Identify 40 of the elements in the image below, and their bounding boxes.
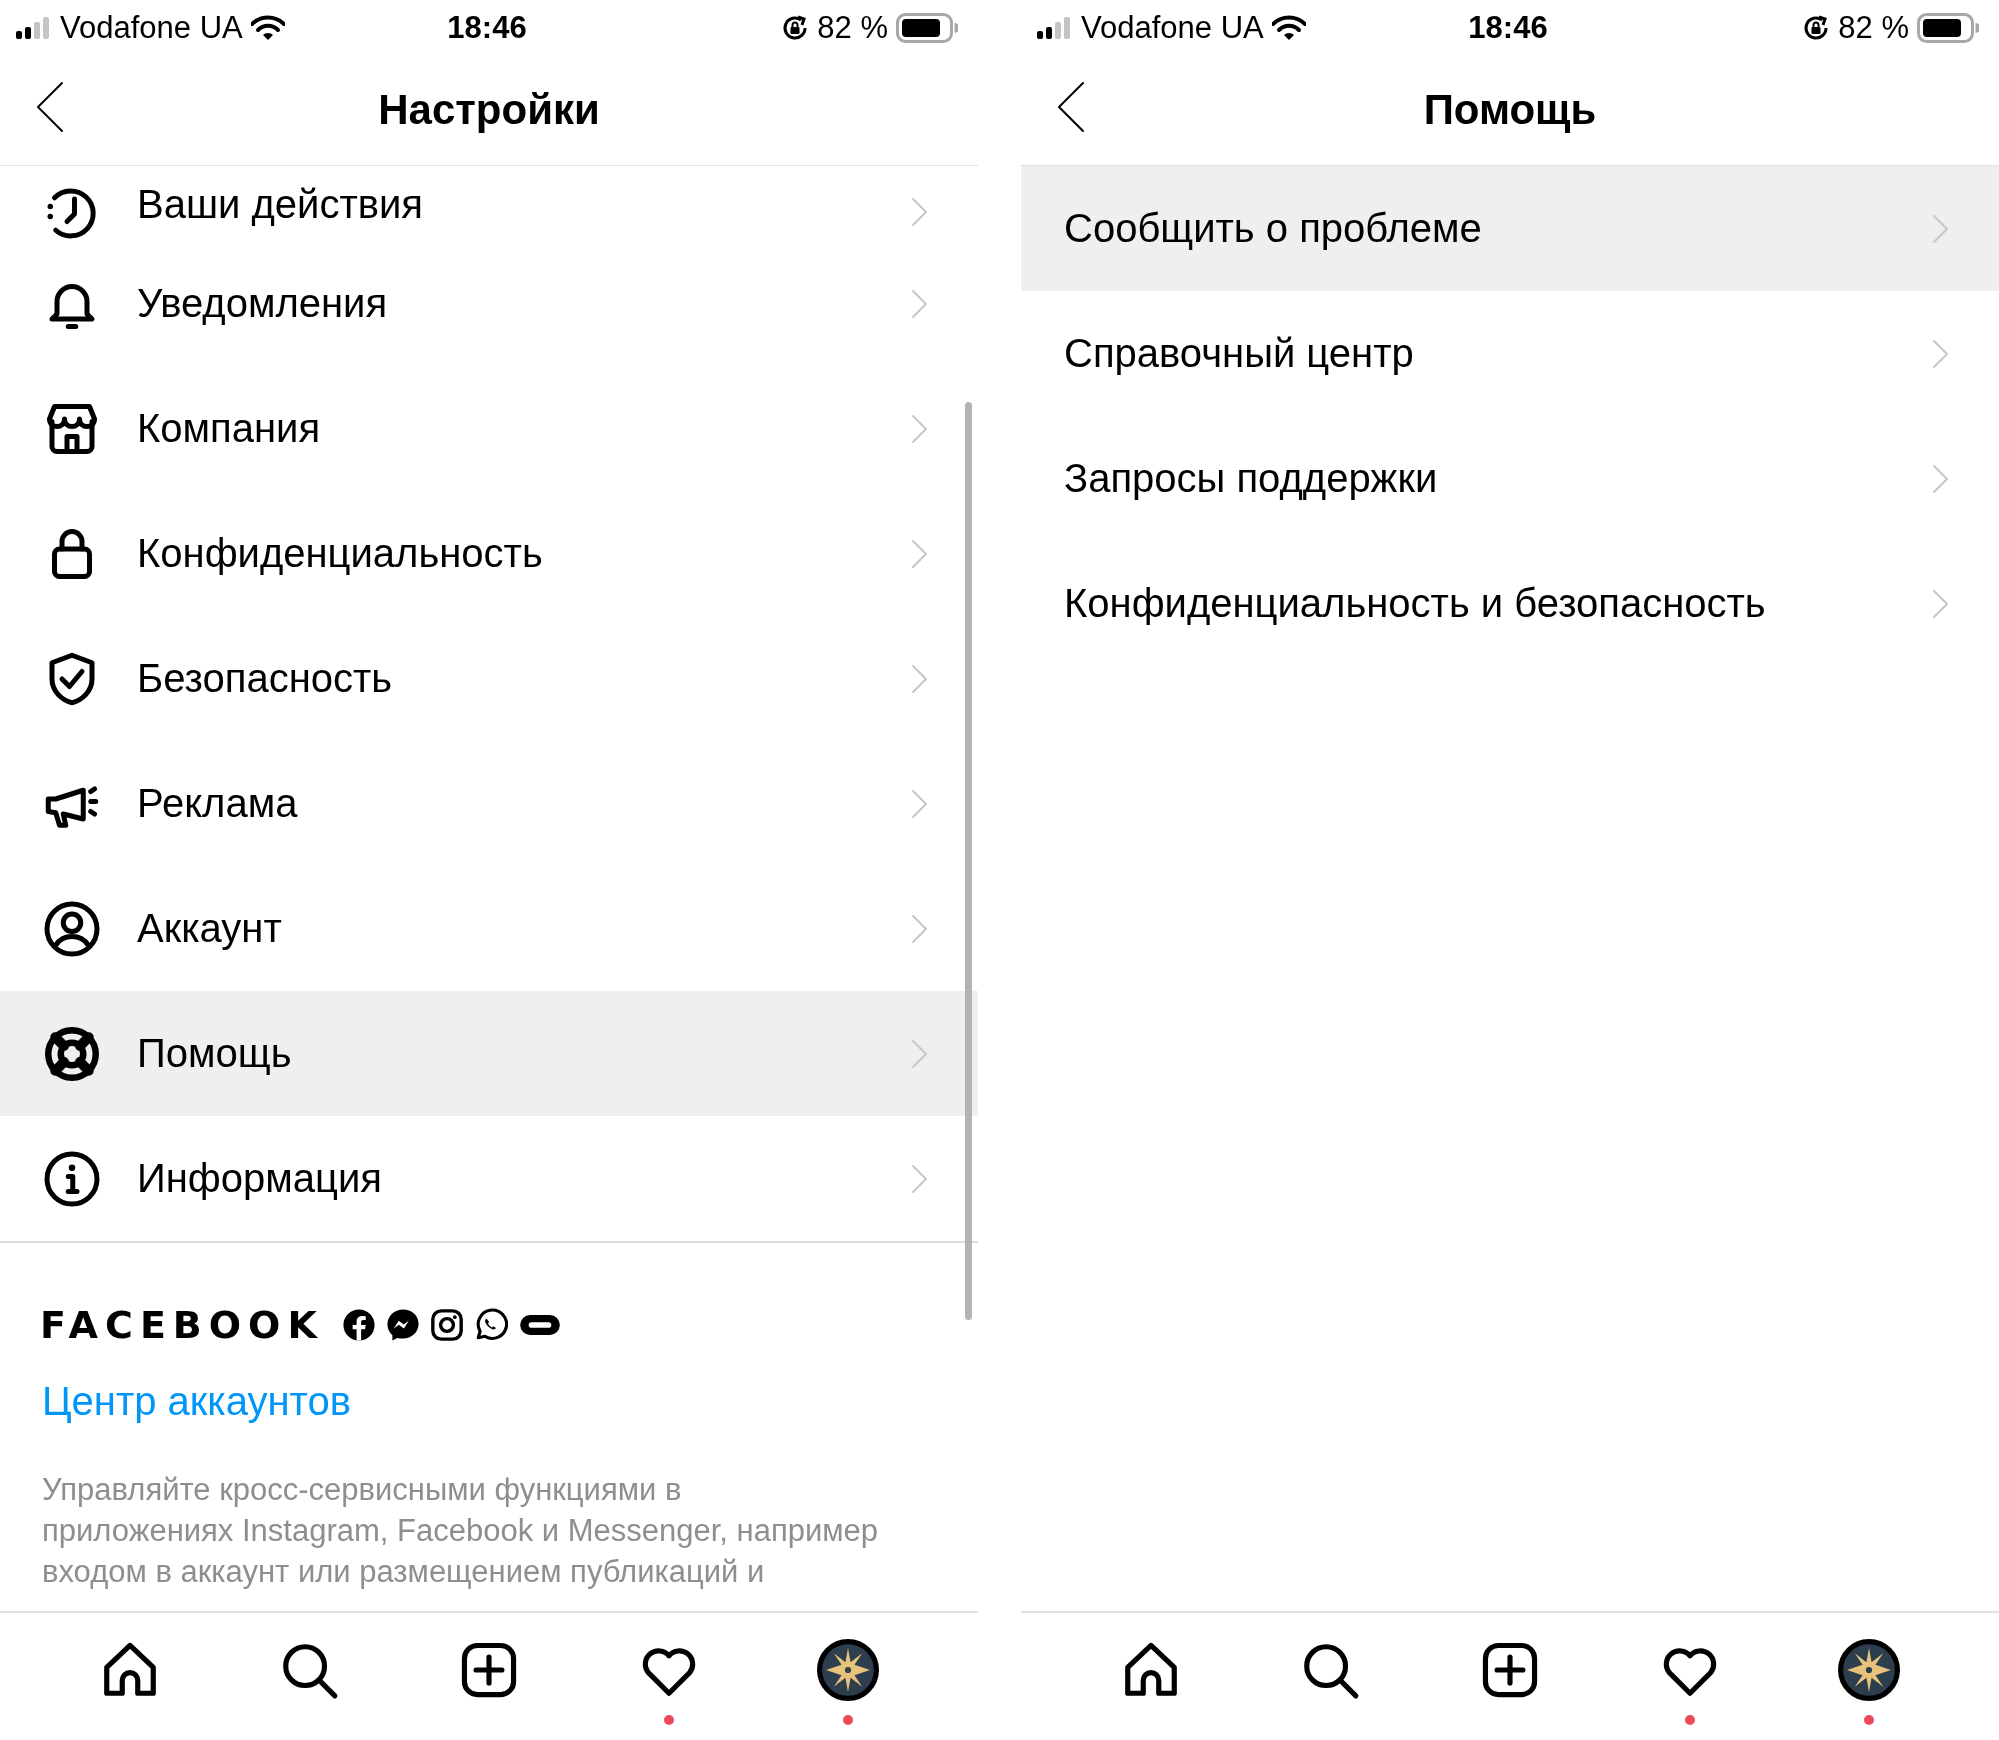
chevron-icon (911, 413, 928, 444)
screen-title: Настройки (378, 86, 600, 134)
menu-item[interactable]: Помощь (0, 991, 978, 1116)
screen-title: Помощь (1423, 86, 1597, 134)
carrier-name: Vodafone UA (1081, 9, 1264, 46)
facebook-icon (341, 1308, 376, 1342)
chevron-icon (1932, 463, 1949, 494)
notification-dot (1684, 1715, 1695, 1725)
chevron-icon (911, 663, 928, 694)
wifi-icon (250, 14, 285, 41)
wifi-icon (1271, 14, 1306, 41)
avatar-icon (817, 1639, 880, 1701)
notification-dot (843, 1715, 854, 1725)
battery-icon (896, 12, 958, 43)
notification-dot (663, 1715, 674, 1725)
clock-time: 18:46 (1468, 9, 1548, 46)
chevron-icon (911, 913, 928, 944)
battery-icon (1917, 12, 1979, 43)
notification-dot (1864, 1715, 1875, 1725)
signal-icon (16, 16, 52, 39)
description-text: Управляйте кросс-сервисными функциями в приложениях Instagram, Facebook и Messenger, например входом в аккаунт или размещением публикаций и (42, 1471, 880, 1591)
chevron-icon (1932, 338, 1949, 369)
chevron-icon (911, 197, 928, 227)
clock-time: 18:46 (447, 9, 527, 46)
signal-icon (1037, 16, 1073, 39)
battery-percent: 82 % (1838, 9, 1909, 46)
menu-item[interactable]: Сообщить о проблеме (1021, 166, 1999, 291)
chevron-icon (1932, 588, 1949, 619)
chevron-icon (911, 288, 928, 319)
chevron-icon (911, 1163, 928, 1194)
avatar-icon (1838, 1639, 1901, 1701)
chevron-icon (911, 538, 928, 569)
carrier-name: Vodafone UA (60, 9, 243, 46)
chevron-icon (1932, 213, 1949, 244)
chevron-icon (911, 788, 928, 819)
chevron-icon (911, 1038, 928, 1069)
battery-percent: 82 % (817, 9, 888, 46)
messenger-icon (385, 1308, 420, 1342)
instagram-icon (429, 1308, 464, 1342)
brand-wordmark: FACEBOOK (40, 1303, 324, 1347)
